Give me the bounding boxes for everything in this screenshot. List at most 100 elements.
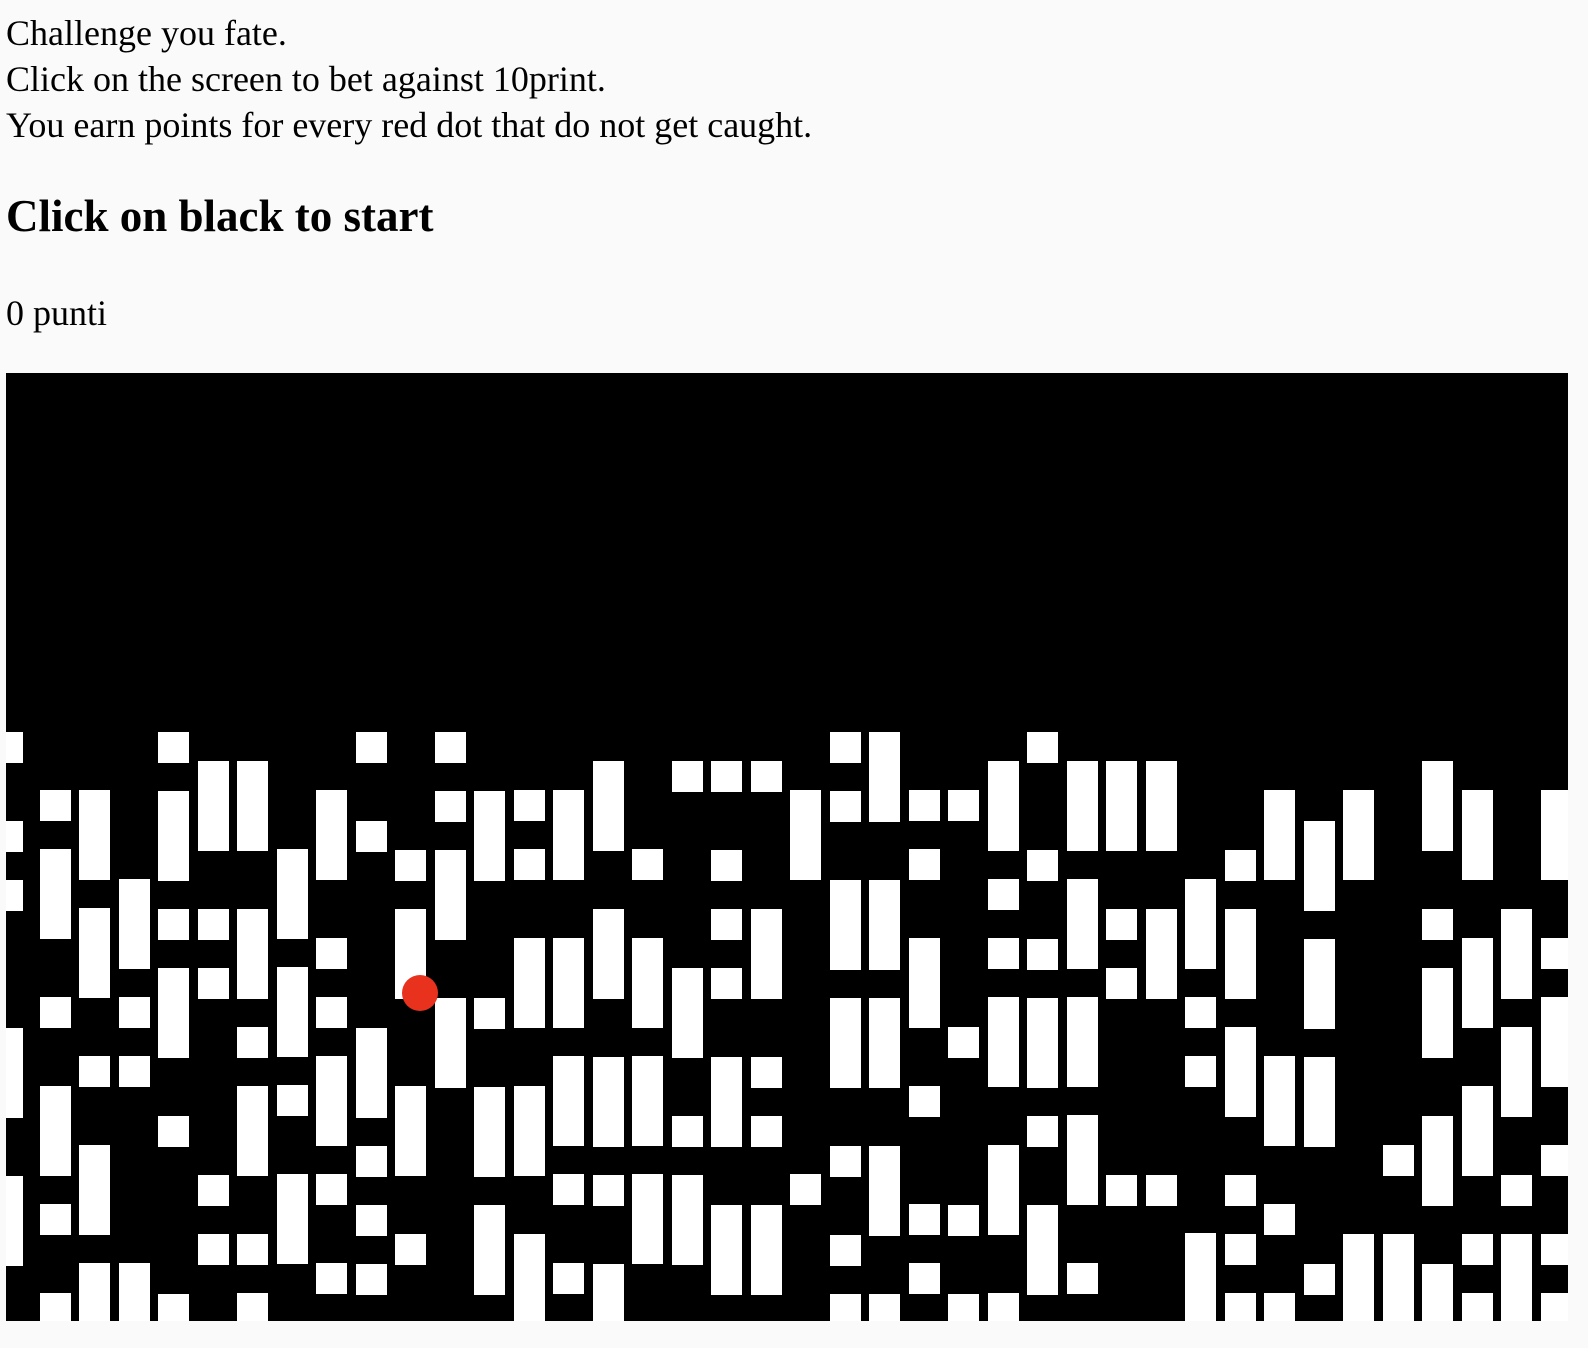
maze-tile bbox=[395, 850, 426, 881]
maze-tile bbox=[1225, 1234, 1256, 1265]
maze-tile bbox=[830, 998, 861, 1088]
maze-tile bbox=[1462, 1086, 1493, 1176]
maze-tile bbox=[909, 790, 940, 821]
maze-tile bbox=[1501, 909, 1532, 999]
maze-tile bbox=[988, 761, 1019, 851]
maze-tile bbox=[869, 1294, 900, 1321]
maze-tile bbox=[1146, 909, 1177, 999]
maze-tile bbox=[1027, 850, 1058, 881]
maze-tile bbox=[1067, 1115, 1098, 1205]
maze-tile bbox=[316, 938, 347, 969]
maze-tile bbox=[435, 850, 466, 940]
maze-tile bbox=[751, 1116, 782, 1147]
maze-tile bbox=[1185, 1233, 1216, 1321]
maze-tile bbox=[1501, 1234, 1532, 1321]
maze-tile bbox=[514, 938, 545, 1028]
maze-tile bbox=[1383, 1145, 1414, 1176]
maze-tile bbox=[514, 849, 545, 880]
maze-tile bbox=[830, 791, 861, 822]
maze-tile bbox=[1501, 1175, 1532, 1206]
maze-tile bbox=[356, 1146, 387, 1177]
maze-tile bbox=[6, 732, 23, 763]
maze-tile bbox=[1541, 997, 1568, 1087]
maze-tile bbox=[751, 761, 782, 792]
maze-tile bbox=[277, 849, 308, 939]
maze-tile bbox=[40, 1293, 71, 1321]
maze-tile bbox=[1067, 761, 1098, 851]
maze-tile bbox=[1225, 1027, 1256, 1117]
instruction-line-2: Click on the screen to bet against 10pri… bbox=[6, 59, 606, 99]
maze-tile bbox=[593, 1057, 624, 1147]
maze-tile bbox=[237, 1234, 268, 1265]
maze-tile bbox=[1225, 909, 1256, 999]
maze-tile bbox=[435, 791, 466, 822]
game-board[interactable] bbox=[6, 373, 1568, 1321]
maze-tile bbox=[1343, 1234, 1374, 1321]
maze-tile bbox=[40, 790, 71, 821]
maze-tile bbox=[158, 1116, 189, 1147]
maze-tile bbox=[869, 998, 900, 1088]
maze-tile bbox=[356, 732, 387, 763]
maze-tile bbox=[79, 1056, 110, 1087]
maze-tile bbox=[395, 1234, 426, 1265]
maze-tile bbox=[711, 1205, 742, 1295]
maze-tile bbox=[119, 1056, 150, 1087]
maze-tile bbox=[158, 1294, 189, 1321]
maze-tile bbox=[1264, 790, 1295, 880]
start-heading: Click on black to start bbox=[6, 191, 434, 241]
maze-tile bbox=[277, 1174, 308, 1264]
maze-tile bbox=[1027, 998, 1058, 1088]
maze-tile bbox=[632, 1056, 663, 1146]
maze-tile bbox=[1304, 1057, 1335, 1147]
maze-tile bbox=[909, 1086, 940, 1117]
maze-tile bbox=[158, 791, 189, 881]
maze-tile bbox=[830, 1294, 861, 1321]
maze-tile bbox=[1422, 1116, 1453, 1206]
maze-tile bbox=[1067, 1263, 1098, 1294]
maze-tile bbox=[119, 879, 150, 969]
maze-tile bbox=[1146, 761, 1177, 851]
maze-tile bbox=[198, 909, 229, 940]
maze-tile bbox=[1462, 1234, 1493, 1265]
maze-tile bbox=[316, 1263, 347, 1294]
maze-tile bbox=[790, 1174, 821, 1205]
maze-tile bbox=[593, 909, 624, 999]
maze-tile bbox=[1264, 1204, 1295, 1235]
maze-tile bbox=[909, 849, 940, 880]
maze-tile bbox=[869, 732, 900, 822]
maze-tile bbox=[672, 1116, 703, 1147]
score-display: 0 punti bbox=[6, 293, 108, 333]
maze-tile bbox=[1225, 1293, 1256, 1321]
maze-tile bbox=[1067, 997, 1098, 1087]
maze-tile bbox=[1304, 939, 1335, 1029]
maze-tile bbox=[1106, 761, 1137, 851]
maze-tile bbox=[553, 938, 584, 1028]
maze-tile bbox=[553, 790, 584, 880]
maze-tile bbox=[830, 732, 861, 763]
game-canvas[interactable] bbox=[6, 373, 1568, 1321]
maze-tile bbox=[1541, 1145, 1568, 1176]
maze-tile bbox=[988, 1293, 1019, 1321]
maze-tile bbox=[40, 1204, 71, 1235]
maze-tile bbox=[711, 968, 742, 999]
maze-tile bbox=[672, 1175, 703, 1265]
maze-tile bbox=[119, 1263, 150, 1321]
maze-tile bbox=[948, 1205, 979, 1236]
maze-tile bbox=[632, 1174, 663, 1264]
maze-tile bbox=[1422, 1264, 1453, 1321]
maze-tile bbox=[6, 1028, 23, 1118]
maze-tile bbox=[198, 1175, 229, 1206]
maze-tile bbox=[356, 1205, 387, 1236]
maze-tile bbox=[435, 998, 466, 1088]
maze-tile bbox=[1027, 939, 1058, 970]
maze-tile bbox=[1541, 1234, 1568, 1265]
maze-tile bbox=[198, 968, 229, 999]
maze-tile bbox=[237, 1027, 268, 1058]
maze-tile bbox=[316, 1056, 347, 1146]
maze-tile bbox=[751, 1057, 782, 1088]
maze-tile bbox=[474, 998, 505, 1029]
maze-tile bbox=[1106, 909, 1137, 940]
maze-tile bbox=[909, 1263, 940, 1294]
maze-tile bbox=[40, 1086, 71, 1176]
maze-tile bbox=[514, 1086, 545, 1176]
